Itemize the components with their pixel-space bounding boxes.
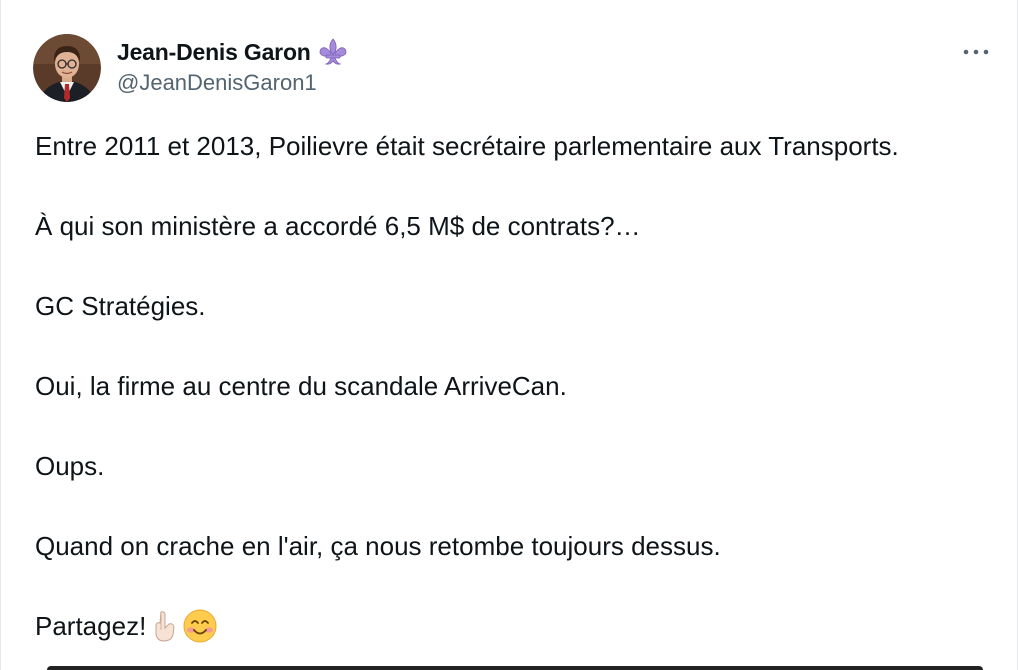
author-info: Jean-Denis Garon @JeanDenisGaron1 <box>117 36 349 96</box>
more-options-button[interactable] <box>959 40 993 64</box>
tweet-text: Entre 2011 et 2013, Poilievre était secr… <box>35 126 997 646</box>
tweet-line: Oui, la firme au centre du scandale Arri… <box>35 371 567 401</box>
tweet-line: GC Stratégies. <box>35 291 206 321</box>
tweet-line-share: Partagez! <box>35 606 997 646</box>
media-preview-edge[interactable] <box>47 666 983 670</box>
author-handle[interactable]: @JeanDenisGaron1 <box>117 70 349 96</box>
tweet-line: À qui son ministère a accordé 6,5 M$ de … <box>35 211 641 241</box>
tweet-line: Quand on crache en l'air, ça nous retomb… <box>35 531 721 561</box>
tweet-line: Entre 2011 et 2013, Poilievre était secr… <box>35 131 899 161</box>
tweet-header: Jean-Denis Garon @JeanDenisGaron1 <box>33 32 993 104</box>
tweet-card: Jean-Denis Garon @JeanDenisGaron1 Entre … <box>0 0 1018 670</box>
smiling-face-emoji <box>182 608 218 644</box>
avatar-image <box>33 34 101 102</box>
display-name[interactable]: Jean-Denis Garon <box>117 39 311 66</box>
tweet-line: Oups. <box>35 451 105 481</box>
fleur-de-lis-icon <box>317 37 349 67</box>
pointing-down-emoji <box>146 608 182 644</box>
display-name-row: Jean-Denis Garon <box>117 36 349 68</box>
share-text: Partagez! <box>35 611 147 641</box>
avatar[interactable] <box>33 34 101 102</box>
more-horizontal-icon <box>963 49 989 55</box>
